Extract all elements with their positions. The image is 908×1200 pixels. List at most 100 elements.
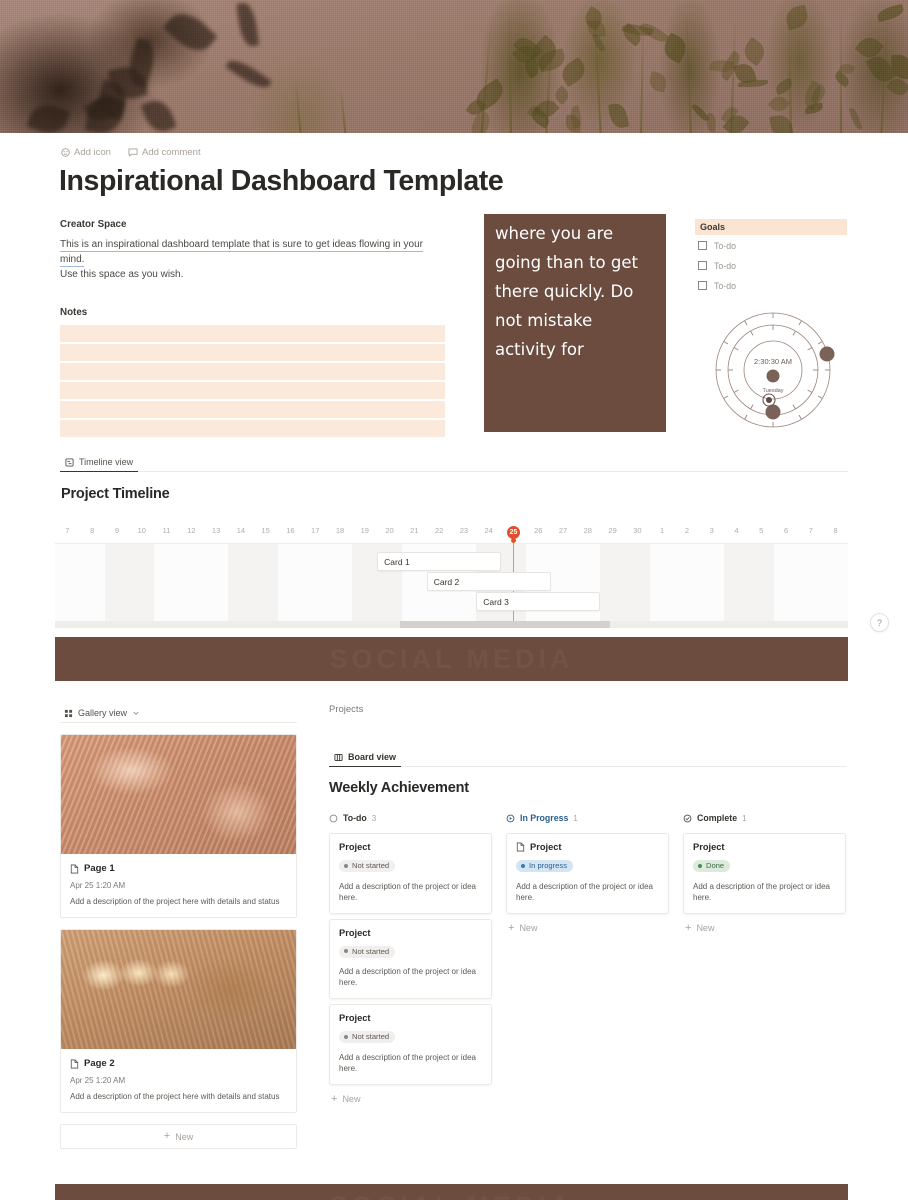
timeline-day-label: 18 [327, 526, 353, 535]
timeline-scrollbar[interactable] [55, 621, 848, 628]
gallery-view-tabs: Gallery view [60, 704, 297, 723]
goal-row[interactable]: To-do [695, 276, 847, 295]
gallery-card[interactable]: Page 2 Apr 25 1:20 AM Add a description of… [60, 929, 297, 1113]
help-button-top[interactable]: ? [870, 613, 889, 632]
page-icon [516, 842, 525, 852]
gallery-card[interactable]: Page 1 Apr 25 1:20 AM Add a description of… [60, 734, 297, 918]
chevron-down-icon[interactable] [132, 709, 140, 717]
clock-tick [751, 405, 754, 409]
board-card[interactable]: Project Not started Add a description of t… [329, 919, 492, 1000]
status-badge: Not started [339, 946, 395, 958]
status-label: Not started [352, 861, 389, 870]
board-column-name: To-do [343, 813, 367, 823]
board-card-description: Add a description of the project or idea… [693, 881, 836, 903]
add-comment-button[interactable]: Add comment [128, 147, 201, 158]
board-card-title-row: Project [339, 1013, 482, 1023]
board-column: In Progress 1 Project In progress Add a desc… [506, 811, 669, 1109]
status-label: In progress [529, 861, 567, 870]
timeline-day-label: 15 [253, 526, 279, 535]
board-view-tabs: Board view [329, 748, 847, 767]
board-card-title-row: Project [693, 842, 836, 852]
timeline-day-label: 21 [401, 526, 427, 535]
lower-section: Gallery view Page 1 Apr 25 1:20 AM Add a d… [0, 704, 908, 1169]
page-title: Inspirational Dashboard Template [59, 165, 908, 198]
timeline-ruler: 7 8 9 10 11 12 13 14 15 16 17 18 19 20 21 22 23 24 25 26 27 2… [55, 526, 848, 543]
goal-checkbox[interactable] [698, 241, 707, 250]
board-column-header[interactable]: To-do 3 [329, 811, 492, 825]
top-section: Creator Space This is an inspirational d… [0, 219, 908, 444]
status-badge: Not started [339, 1031, 395, 1043]
decorative-bar-top-text: SOCIAL MEDIA [329, 644, 573, 675]
timeline-day-label: 1 [649, 526, 675, 535]
add-icon-button[interactable]: Add icon [61, 147, 111, 158]
board-new-button[interactable]: + New [329, 1090, 492, 1109]
timeline-card[interactable]: Card 1 [377, 552, 501, 571]
board-new-button[interactable]: + New [683, 919, 846, 938]
goal-checkbox[interactable] [698, 281, 707, 290]
gallery-new-label: New [175, 1132, 193, 1142]
clock-tick [734, 390, 738, 393]
board-card[interactable]: Project In progress Add a description of t… [506, 833, 669, 914]
board-new-button[interactable]: + New [506, 919, 669, 938]
note-row[interactable] [60, 420, 445, 437]
timeline-day-label: 9 [104, 526, 130, 535]
creator-space-column: Creator Space This is an inspirational d… [60, 219, 445, 437]
timeline-card[interactable]: Card 3 [476, 592, 600, 611]
board-column-header[interactable]: Complete 1 [683, 811, 846, 825]
decorative-bar-bottom-text: SOCIAL MEDIA [329, 1191, 573, 1200]
clock-tick [799, 415, 802, 419]
page-icon [70, 1059, 79, 1069]
goal-checkbox[interactable] [698, 261, 707, 270]
tab-board-view[interactable]: Board view [329, 752, 401, 767]
board-column-header[interactable]: In Progress 1 [506, 811, 669, 825]
goal-row[interactable]: To-do [695, 256, 847, 275]
timeline-scroll-thumb[interactable] [400, 621, 610, 628]
play-circle-icon [506, 814, 515, 823]
gallery-new-button[interactable]: + New [60, 1124, 297, 1149]
clock-tick [745, 321, 748, 325]
clock-tick [793, 405, 796, 409]
clock-day: Tuesday [763, 388, 784, 394]
board-card-title-row: Project [516, 842, 659, 852]
creator-space-line2: Use this space as you wish. [60, 269, 183, 280]
gallery-card-meta: Page 2 Apr 25 1:20 AM Add a description of… [61, 1049, 296, 1112]
decorative-bar-bottom: SOCIAL MEDIA [55, 1184, 848, 1200]
clock-tick [734, 348, 738, 351]
timeline-day-label: 6 [773, 526, 799, 535]
circle-icon [329, 814, 338, 823]
tab-gallery-view[interactable]: Gallery view [60, 708, 144, 722]
board-card-title: Project [339, 842, 371, 852]
goal-row[interactable]: To-do [695, 236, 847, 255]
timeline-day-label: 30 [624, 526, 650, 535]
note-row[interactable] [60, 363, 445, 380]
status-dot-icon [521, 864, 525, 868]
note-row[interactable] [60, 325, 445, 342]
quote-text: important to know where you are going th… [484, 214, 666, 364]
tab-timeline-view[interactable]: Timeline view [60, 457, 138, 472]
clock-time: 2:30:30 AM [754, 357, 792, 366]
plus-icon: + [164, 1131, 170, 1142]
timeline-card[interactable]: Card 2 [427, 572, 551, 591]
page-meta-actions: Add icon Add comment [61, 147, 908, 158]
board-card-description: Add a description of the project or idea… [516, 881, 659, 903]
board-card[interactable]: Project Not started Add a description of t… [329, 833, 492, 914]
timeline-title: Project Timeline [61, 486, 908, 502]
decorative-bar-top: SOCIAL MEDIA [55, 637, 848, 681]
timeline-day-label: 11 [154, 526, 180, 535]
gallery-card-name-row: Page 2 [70, 1058, 287, 1069]
timeline-body[interactable]: Card 1 Card 2 Card 3 [55, 543, 848, 621]
plus-icon: + [508, 923, 514, 934]
board-card[interactable]: Project Done Add a description of the proj… [683, 833, 846, 914]
note-row[interactable] [60, 401, 445, 418]
notes-list [60, 325, 445, 437]
board-card[interactable]: Project Not started Add a description of t… [329, 1004, 492, 1085]
gallery-card-meta: Page 1 Apr 25 1:20 AM Add a description of… [61, 854, 296, 917]
note-row[interactable] [60, 382, 445, 399]
clock-tick [818, 396, 822, 399]
timeline-day-label: 8 [79, 526, 105, 535]
note-row[interactable] [60, 344, 445, 361]
cover-grain [0, 0, 908, 133]
board-column: To-do 3 Project Not started Add a descriptio… [329, 811, 492, 1109]
timeline-day-label: 10 [129, 526, 155, 535]
smiley-icon [61, 148, 70, 157]
